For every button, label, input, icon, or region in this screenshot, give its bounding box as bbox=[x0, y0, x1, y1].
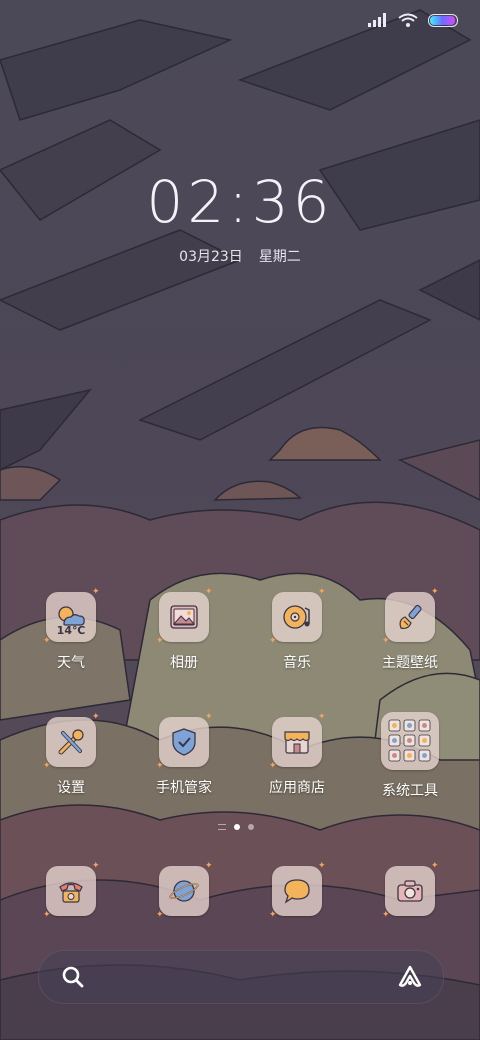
sparkle-icon: ✦ bbox=[318, 712, 326, 722]
app-label: 天气 bbox=[57, 655, 85, 671]
sparkle-icon: ✦ bbox=[156, 910, 164, 920]
sparkle-icon: ✦ bbox=[431, 861, 439, 871]
app-label: 手机管家 bbox=[156, 780, 212, 796]
page-indicator bbox=[218, 824, 254, 830]
messages-icon: ✦ ✦ bbox=[269, 861, 326, 920]
gallery-icon: ✦ ✦ bbox=[156, 587, 213, 646]
music-icon: ✦ ✦ bbox=[269, 587, 326, 646]
clock-time: 02:36 bbox=[146, 168, 334, 236]
app-themes[interactable]: ✦ ✦ 主题壁纸 bbox=[355, 587, 465, 672]
status-bar bbox=[368, 10, 458, 30]
sparkle-icon: ✦ bbox=[43, 761, 51, 771]
app-label: 相册 bbox=[170, 655, 198, 671]
app-gallery[interactable]: ✦ ✦ 相册 bbox=[129, 587, 239, 672]
clock-date: 03月23日 星期二 bbox=[0, 246, 480, 266]
weather-temp: 14℃ bbox=[56, 624, 86, 637]
app-system-tools-folder[interactable]: 系统工具 bbox=[355, 712, 465, 800]
sparkle-icon: ✦ bbox=[431, 587, 439, 597]
wifi-icon bbox=[398, 13, 418, 27]
sparkle-icon: ✦ bbox=[205, 587, 213, 597]
dock-phone[interactable]: ✦ ✦ bbox=[43, 861, 100, 920]
app-store[interactable]: ✦ ✦ 应用商店 bbox=[242, 712, 352, 797]
sparkle-icon: ✦ bbox=[269, 761, 277, 771]
sparkle-icon: ✦ bbox=[43, 910, 51, 920]
app-security[interactable]: ✦ ✦ 手机管家 bbox=[129, 712, 239, 797]
sparkle-icon: ✦ bbox=[318, 587, 326, 597]
settings-tools-icon: ✦ ✦ bbox=[43, 712, 100, 771]
weekday-text: 星期二 bbox=[258, 249, 301, 265]
phone-icon: ✦ ✦ bbox=[43, 861, 100, 920]
signal-bars-icon bbox=[368, 13, 386, 27]
sparkle-icon: ✦ bbox=[269, 910, 277, 920]
sparkle-icon: ✦ bbox=[92, 712, 100, 722]
app-label: 音乐 bbox=[283, 655, 311, 671]
app-label: 设置 bbox=[57, 780, 85, 796]
sparkle-icon: ✦ bbox=[269, 636, 277, 646]
app-weather[interactable]: 14℃ ✦ ✦ 天气 bbox=[16, 587, 126, 672]
sparkle-icon: ✦ bbox=[92, 861, 100, 871]
system-tools-folder-icon bbox=[381, 712, 439, 770]
search-icon[interactable] bbox=[61, 965, 85, 989]
page-menu-icon bbox=[218, 824, 226, 830]
security-shield-icon: ✦ ✦ bbox=[156, 712, 213, 771]
camera-icon: ✦ ✦ bbox=[382, 861, 439, 920]
weather-icon: 14℃ ✦ ✦ bbox=[43, 587, 100, 646]
sparkle-icon: ✦ bbox=[318, 861, 326, 871]
global-search-bar[interactable] bbox=[38, 950, 444, 1004]
theme-brush-icon: ✦ ✦ bbox=[382, 587, 439, 646]
browser-planet-icon: ✦ ✦ bbox=[156, 861, 213, 920]
sparkle-icon: ✦ bbox=[205, 712, 213, 722]
sparkle-icon: ✦ bbox=[156, 761, 164, 771]
dock-messages[interactable]: ✦ ✦ bbox=[269, 861, 326, 920]
sparkle-icon: ✦ bbox=[382, 910, 390, 920]
sparkle-icon: ✦ bbox=[205, 861, 213, 871]
app-music[interactable]: ✦ ✦ 音乐 bbox=[242, 587, 352, 672]
battery-icon bbox=[428, 13, 458, 27]
sparkle-icon: ✦ bbox=[156, 636, 164, 646]
dock-camera[interactable]: ✦ ✦ bbox=[382, 861, 439, 920]
sparkle-icon: ✦ bbox=[92, 587, 100, 597]
app-label: 系统工具 bbox=[382, 783, 438, 799]
sparkle-icon: ✦ bbox=[43, 636, 51, 646]
page-dot-active bbox=[234, 824, 240, 830]
assistant-icon[interactable] bbox=[397, 965, 423, 989]
app-label: 应用商店 bbox=[269, 780, 325, 796]
page-dot bbox=[248, 824, 254, 830]
dock-browser[interactable]: ✦ ✦ bbox=[156, 861, 213, 920]
app-settings[interactable]: ✦ ✦ 设置 bbox=[16, 712, 126, 797]
battery-level bbox=[430, 15, 456, 25]
app-label: 主题壁纸 bbox=[382, 655, 438, 671]
date-text: 03月23日 bbox=[179, 249, 243, 265]
sparkle-icon: ✦ bbox=[382, 636, 390, 646]
app-store-icon: ✦ ✦ bbox=[269, 712, 326, 771]
